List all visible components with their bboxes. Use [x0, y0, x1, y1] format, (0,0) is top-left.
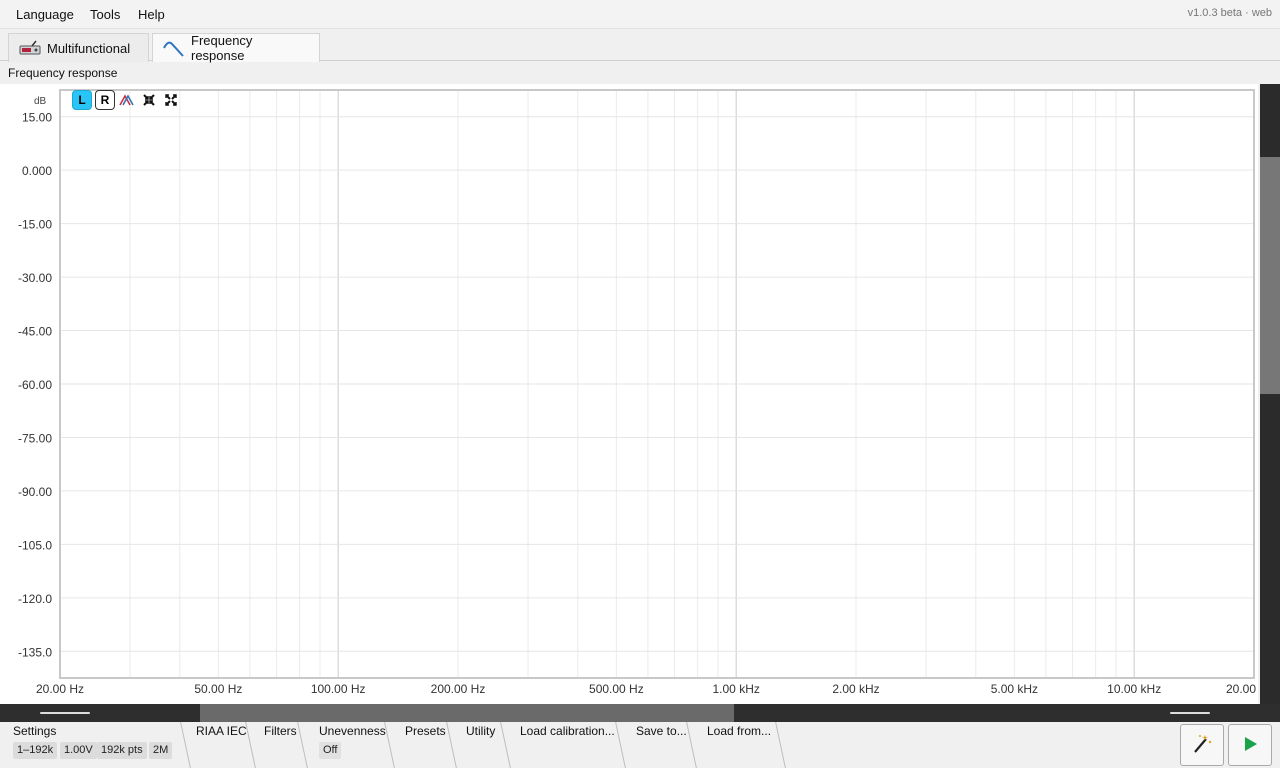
x-tick-label: 50.00 Hz	[194, 682, 242, 696]
y-tick-label: -135.0	[18, 645, 52, 659]
bottom-toolbar: Settings 1–192k 1.00V 192k pts 2M RIAA I…	[0, 722, 1280, 768]
unevenness-chip[interactable]: Off	[319, 742, 342, 759]
y-tick-label: -15.00	[18, 218, 52, 232]
magic-wand-icon	[1190, 732, 1214, 759]
divider	[500, 722, 511, 768]
y-tick-label: -60.00	[18, 378, 52, 392]
menu-riaa-iec[interactable]: RIAA IEC	[196, 724, 247, 738]
x-tick-label: 10.00 kHz	[1107, 682, 1161, 696]
menu-save-to[interactable]: Save to...	[636, 724, 687, 738]
overview-scrollbar[interactable]	[0, 704, 1280, 722]
auto-magic-button[interactable]	[1180, 724, 1224, 766]
divider	[384, 722, 395, 768]
y-axis-label: dB	[34, 96, 47, 107]
scroll-track-top	[1260, 84, 1280, 157]
frequency-curve-icon	[163, 39, 185, 57]
multifunctional-device-icon	[19, 40, 41, 56]
y-tick-label: -30.00	[18, 271, 52, 285]
x-tick-label: 200.00 Hz	[431, 682, 486, 696]
y-tick-label: -120.0	[18, 592, 52, 606]
x-tick-label: 2.00 kHz	[832, 682, 879, 696]
vertical-scrollbar[interactable]	[1258, 84, 1280, 704]
expand-icon[interactable]	[161, 90, 181, 110]
settings-label: Settings	[13, 724, 57, 738]
tab-label: Multifunctional	[47, 40, 131, 56]
settings-group[interactable]: Settings 1–192k 1.00V 192k pts 2M	[0, 722, 182, 768]
tab-multifunctional[interactable]: Multifunctional	[8, 33, 149, 62]
divider	[775, 722, 786, 768]
tab-bar: Multifunctional Frequency response	[0, 28, 1280, 63]
buffer-chip[interactable]: 2M	[149, 742, 173, 759]
shrink-icon[interactable]	[139, 90, 159, 110]
overview-marker	[40, 712, 90, 714]
overview-marker	[1170, 712, 1210, 714]
menu-load-from[interactable]: Load from...	[707, 724, 771, 738]
menu-unevenness[interactable]: Unevenness	[319, 724, 386, 738]
x-tick-label: 500.00 Hz	[589, 682, 644, 696]
frequency-response-chart[interactable]: 15.00 0.000 -15.00 -30.00 -45.00 -60.00 -75.00…	[0, 84, 1258, 704]
chart-svg: 15.00 0.000 -15.00 -30.00 -45.00 -60.00 -75.00…	[18, 89, 1256, 696]
play-button[interactable]	[1228, 724, 1272, 766]
points-chip[interactable]: 192k pts	[97, 742, 147, 759]
x-tick-label: 5.00 kHz	[991, 682, 1038, 696]
y-tick-label: 15.00	[22, 111, 52, 125]
y-tick-label: -105.0	[18, 538, 52, 552]
x-tick-label: 100.00 Hz	[311, 682, 366, 696]
divider	[245, 722, 256, 768]
right-channel-toggle[interactable]: R	[95, 90, 115, 110]
menu-presets[interactable]: Presets	[405, 724, 446, 738]
y-tick-label: 0.000	[22, 164, 52, 178]
voltage-chip[interactable]: 1.00V	[60, 742, 97, 759]
divider	[297, 722, 308, 768]
divider	[615, 722, 626, 768]
channel-overlay-icon[interactable]	[117, 90, 137, 110]
divider	[446, 722, 457, 768]
tab-frequency-response[interactable]: Frequency response	[152, 33, 320, 63]
version-label: v1.0.3 beta · web	[1187, 7, 1272, 19]
menu-filters[interactable]: Filters	[264, 724, 297, 738]
y-tick-label: -90.00	[18, 485, 52, 499]
x-tick-label: 20.00	[1226, 682, 1256, 696]
left-channel-toggle[interactable]: L	[72, 90, 92, 110]
x-tick-label: 20.00 Hz	[36, 682, 84, 696]
menu-tools[interactable]: Tools	[90, 7, 120, 22]
overview-window[interactable]	[200, 704, 734, 722]
scroll-track-bottom	[1260, 394, 1280, 704]
y-tick-label: -45.00	[18, 325, 52, 339]
x-tick-label: 1.00 kHz	[713, 682, 760, 696]
menu-help[interactable]: Help	[138, 7, 165, 22]
tab-label: Frequency response	[191, 33, 253, 63]
menu-bar: Language Tools Help v1.0.3 beta · web	[0, 0, 1280, 28]
section-title: Frequency response	[8, 66, 118, 80]
frequency-range-chip[interactable]: 1–192k	[13, 742, 58, 759]
menu-load-calibration[interactable]: Load calibration...	[520, 724, 615, 738]
menu-utility[interactable]: Utility	[466, 724, 495, 738]
menu-language[interactable]: Language	[16, 7, 74, 22]
scroll-thumb[interactable]	[1260, 157, 1280, 394]
y-tick-label: -75.00	[18, 431, 52, 445]
play-icon	[1240, 734, 1260, 757]
divider	[686, 722, 697, 768]
